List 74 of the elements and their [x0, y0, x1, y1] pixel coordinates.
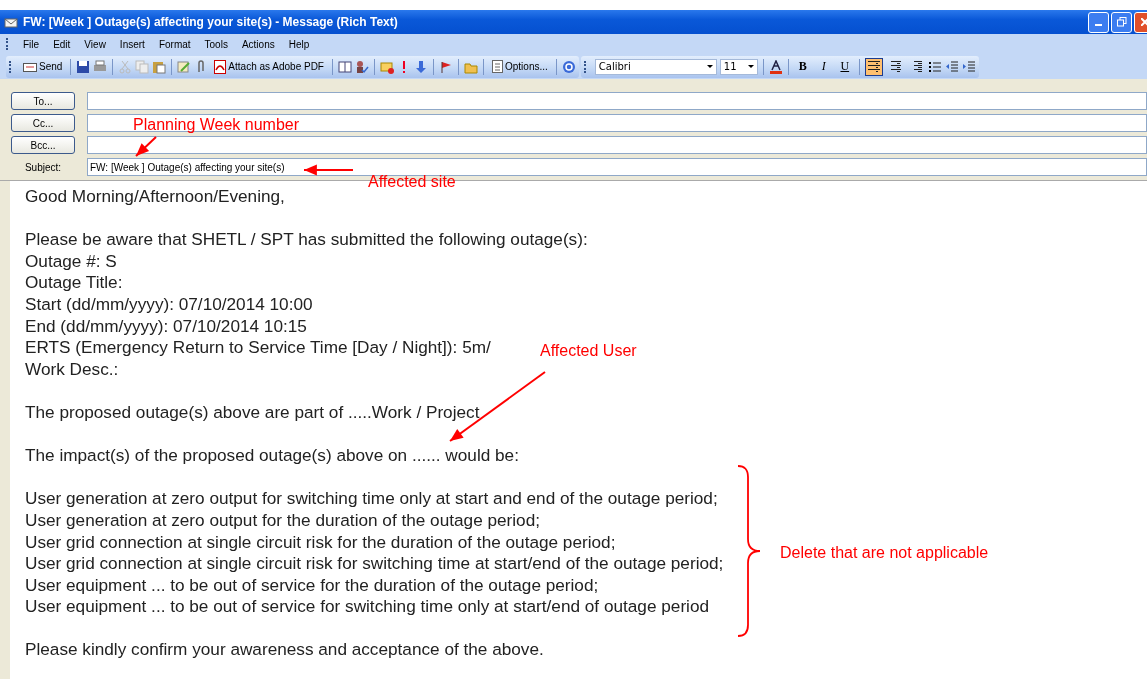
paste-icon[interactable]: [152, 59, 167, 74]
restore-button[interactable]: [1111, 11, 1132, 33]
body-text: User equipment ... to be out of service for switching time only at start/end of outage period: [25, 596, 710, 617]
address-button[interactable]: Cc...: [11, 114, 75, 132]
save-icon[interactable]: [76, 59, 91, 74]
body-text: The proposed outage(s) above are part of .....Work / Project: [25, 401, 480, 422]
down-arrow-icon[interactable]: [414, 59, 428, 74]
body-text: The impact(s) of the proposed outage(s) above on ...... would be:: [25, 445, 519, 466]
menu-item[interactable]: Help: [283, 36, 315, 52]
body-text: Outage Title:: [25, 272, 123, 293]
address-button[interactable]: To...: [11, 92, 75, 110]
font-color-icon[interactable]: [768, 59, 783, 74]
body-text: User generation at zero output for switching time only at start and end of the outage period;: [25, 488, 718, 509]
menu-item[interactable]: Edit: [48, 36, 76, 52]
font-size-dropdown[interactable]: 11: [719, 58, 758, 75]
bullet-list-icon[interactable]: [927, 59, 942, 74]
body-text: Please be aware that SHETL / SPT has submitted the following outage(s):: [25, 229, 588, 250]
body-text: User grid connection at single circuit risk for switching time at start/end of the outage period;: [25, 553, 724, 574]
subject-label: Subject:: [23, 161, 63, 173]
check-names-icon[interactable]: [355, 59, 369, 74]
annotation-arrow: [135, 136, 157, 157]
text-style-button[interactable]: I: [814, 57, 833, 76]
body-text: Good Morning/Afternoon/Evening,: [25, 186, 285, 206]
address-field[interactable]: [87, 136, 1147, 154]
body-text: User grid connection at single circuit risk for the duration of the outage period;: [25, 531, 616, 552]
menu-item[interactable]: Insert: [114, 36, 150, 52]
increase-indent-icon[interactable]: [961, 59, 976, 74]
body-text: User generation at zero output for the duration of the outage period;: [25, 509, 540, 530]
body-text: End (dd/mm/yyyy): 07/10/2014 10:15: [25, 315, 307, 336]
body-text: User equipment ... to be out of service for the duration of the outage period;: [25, 574, 599, 595]
annotation-text: Delete that are not applicable: [780, 544, 989, 562]
align-icon: [888, 61, 901, 72]
subject-field[interactable]: FW: [Week ] Outage(s) affecting your site(s): [87, 158, 1147, 176]
menu-item[interactable]: Actions: [236, 36, 280, 52]
envelope-icon: [23, 61, 37, 72]
attach-pdf-button[interactable]: Attach as Adobe PDF: [211, 58, 327, 75]
signature-icon[interactable]: [177, 59, 192, 74]
caret-icon: [747, 65, 754, 68]
address-book-icon[interactable]: [338, 59, 352, 74]
envelope-icon[interactable]: [380, 59, 394, 74]
align-button[interactable]: [864, 57, 883, 76]
body-text: Start (dd/mm/yyyy): 07/10/2014 10:00: [25, 293, 313, 314]
text-style-button[interactable]: B: [793, 57, 812, 76]
body-text: Work Desc.:: [25, 358, 119, 379]
body-text: ERTS (Emergency Return to Service Time [Day / Night]): 5m/: [25, 337, 491, 358]
envelope-icon: [4, 16, 18, 28]
help-icon[interactable]: [561, 59, 576, 74]
options-button[interactable]: Options...: [489, 59, 551, 74]
minimize-button[interactable]: [1088, 11, 1109, 33]
menu-item[interactable]: Format: [153, 36, 196, 52]
print-icon[interactable]: [93, 59, 108, 74]
flag-icon[interactable]: [439, 59, 453, 74]
menu-item[interactable]: File: [18, 36, 45, 52]
body-text: Please kindly confirm your awareness and acceptance of the above.: [25, 639, 544, 660]
address-button[interactable]: Bcc...: [11, 136, 75, 154]
annotation-arrow: [303, 164, 354, 176]
send-button[interactable]: Send: [20, 60, 66, 73]
menu-item[interactable]: Tools: [199, 36, 233, 52]
address-field[interactable]: [87, 92, 1147, 110]
annotation-text: Affected User: [540, 342, 637, 360]
restore-icon: [1116, 17, 1127, 27]
menu-item[interactable]: View: [79, 36, 111, 52]
document-icon: [492, 60, 503, 73]
caret-icon: [706, 65, 713, 68]
close-icon: [1140, 18, 1147, 26]
window-title: FW: [Week ] Outage(s) affecting your site(s) - Message (Rich Text): [23, 15, 398, 29]
align-icon: [867, 61, 880, 72]
annotation-text: Planning Week number: [133, 116, 300, 134]
address-field[interactable]: [87, 114, 1147, 132]
body-text: Outage #: S: [25, 250, 117, 271]
font-dropdown[interactable]: Calibri: [594, 58, 717, 75]
pdf-icon: [214, 59, 227, 74]
text-style-button[interactable]: U: [835, 57, 854, 76]
annotation-text: Affected site: [368, 174, 456, 190]
